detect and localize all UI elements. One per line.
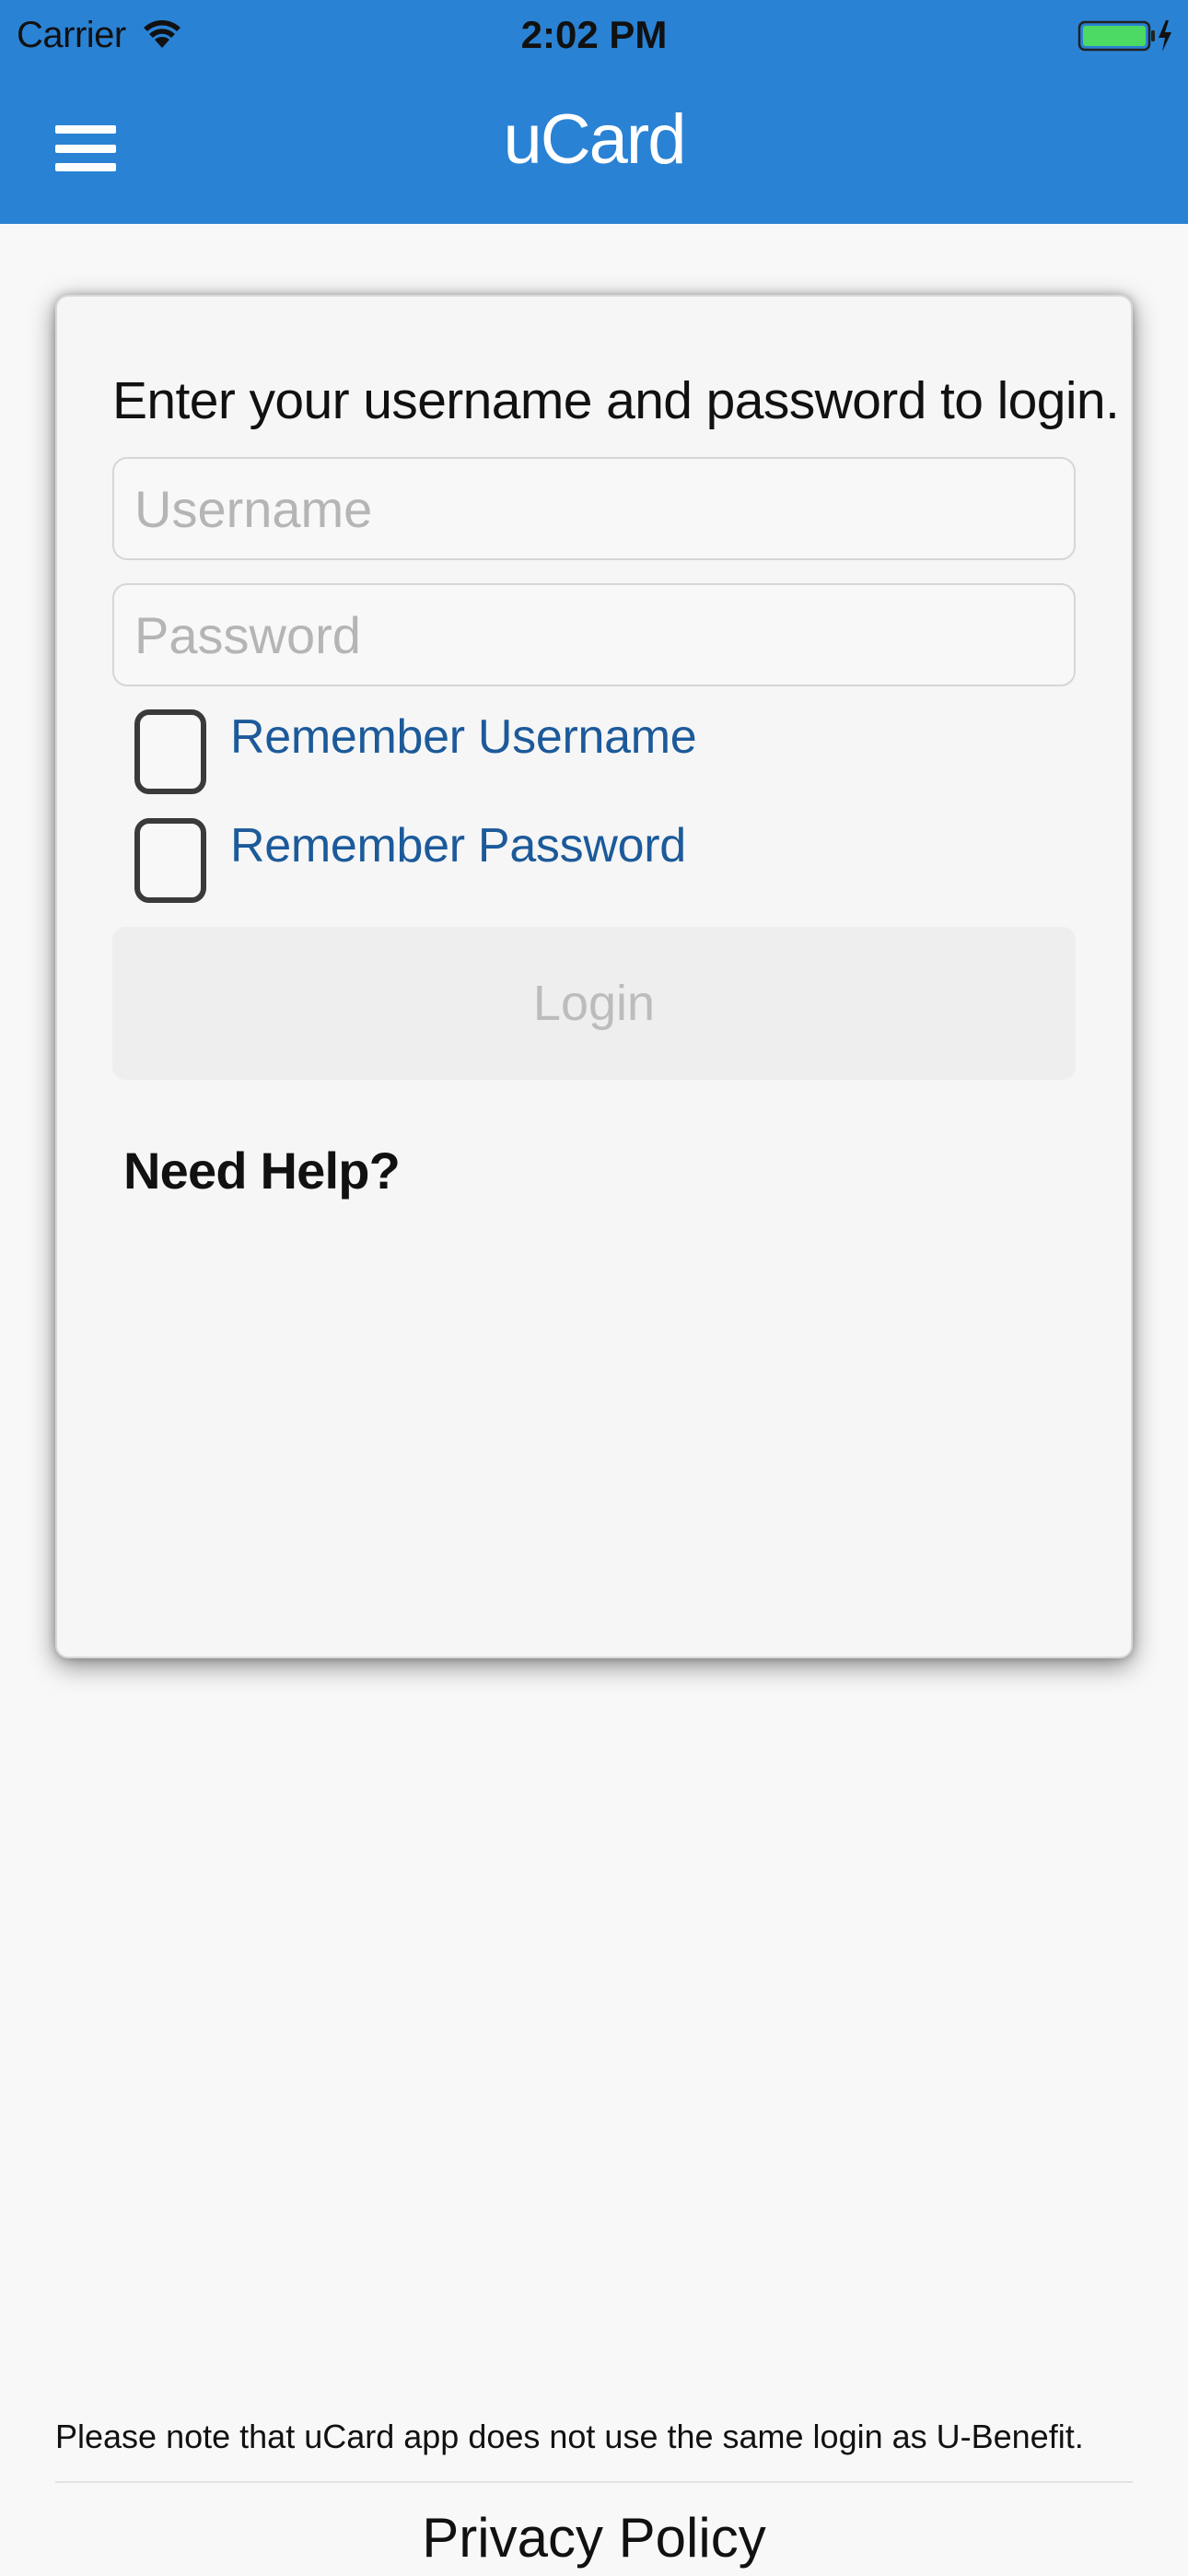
login-button[interactable]: Login — [112, 927, 1076, 1080]
login-screen: Carrier 2:02 PM uCard Enter your usernam… — [0, 0, 1188, 2576]
footer-divider — [55, 2481, 1133, 2483]
remember-username-row[interactable]: Remember Username — [134, 709, 697, 794]
login-prompt: Enter your username and password to logi… — [112, 371, 1120, 430]
top-bar: Carrier 2:02 PM uCard — [0, 0, 1188, 224]
login-card: Enter your username and password to logi… — [55, 295, 1133, 1658]
navigation-bar: uCard — [0, 72, 1188, 224]
remember-password-label[interactable]: Remember Password — [230, 818, 686, 873]
clock-time: 2:02 PM — [520, 13, 668, 56]
status-bar: Carrier 2:02 PM — [0, 0, 1188, 72]
remember-password-row[interactable]: Remember Password — [134, 818, 686, 903]
remember-username-label[interactable]: Remember Username — [230, 709, 697, 765]
remember-username-checkbox[interactable] — [134, 709, 206, 794]
remember-password-checkbox[interactable] — [134, 818, 206, 903]
app-title: uCard — [503, 100, 687, 179]
password-input[interactable] — [112, 583, 1076, 686]
login-note: Please note that uCard app does not use … — [55, 2418, 1084, 2455]
privacy-policy-link[interactable]: Privacy Policy — [0, 2506, 1188, 2570]
battery-charging-icon — [1077, 20, 1171, 52]
username-input[interactable] — [112, 457, 1076, 560]
need-help-link[interactable]: Need Help? — [123, 1141, 401, 1200]
